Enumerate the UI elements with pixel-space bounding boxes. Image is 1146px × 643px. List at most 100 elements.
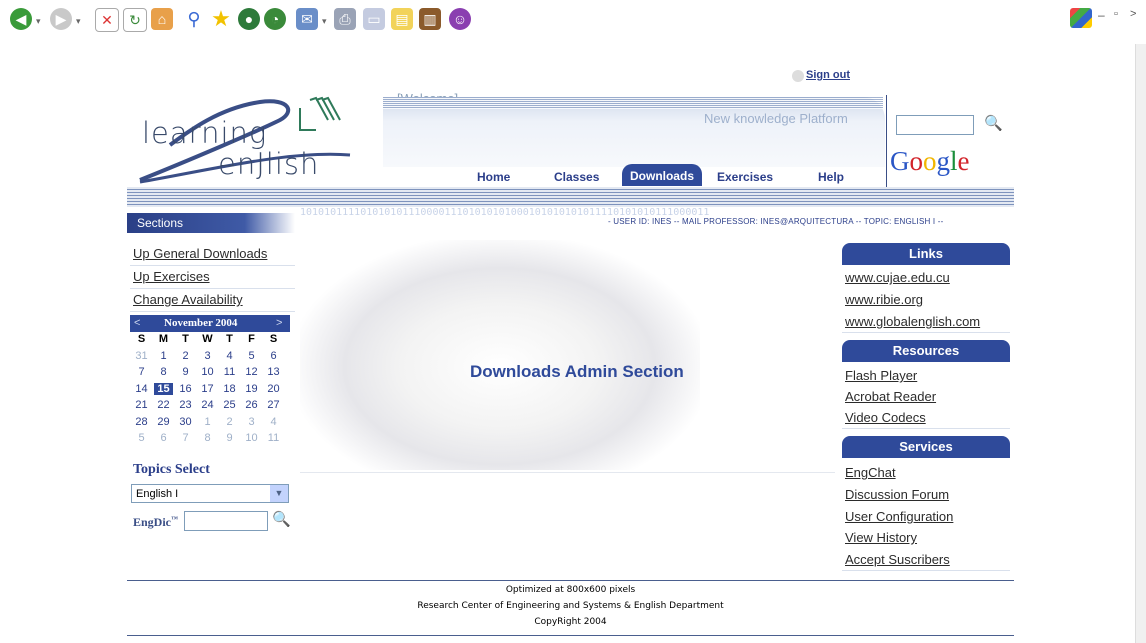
- footer-divider: [127, 635, 1014, 636]
- back-icon[interactable]: ◀: [10, 8, 32, 30]
- chevron-down-icon[interactable]: ▼: [270, 485, 288, 502]
- discuss-icon[interactable]: ▤: [391, 8, 413, 30]
- calendar-day[interactable]: 14: [132, 383, 151, 395]
- calendar-day[interactable]: 7: [176, 432, 195, 444]
- calendar-day[interactable]: 8: [198, 432, 217, 444]
- link-cujae[interactable]: www.cujae.edu.cu: [845, 270, 950, 285]
- nav-home[interactable]: Home: [477, 170, 510, 184]
- calendar-day[interactable]: 26: [242, 399, 261, 411]
- nav-classes[interactable]: Classes: [554, 170, 599, 184]
- calendar-day[interactable]: 10: [242, 432, 261, 444]
- calendar-day[interactable]: 11: [264, 432, 283, 444]
- scrollbar[interactable]: [1135, 44, 1146, 643]
- calendar-day[interactable]: 27: [264, 399, 283, 411]
- divider-bar: [127, 187, 1014, 207]
- home-icon[interactable]: ⌂: [151, 8, 173, 30]
- nav-exercises[interactable]: Exercises: [717, 170, 773, 184]
- calendar-day[interactable]: 17: [198, 383, 217, 395]
- google-search-input[interactable]: [896, 115, 974, 135]
- calendar-day[interactable]: 1: [198, 416, 217, 428]
- forward-icon[interactable]: ▶: [50, 8, 72, 30]
- calendar-day[interactable]: 28: [132, 416, 151, 428]
- calendar-day[interactable]: 8: [154, 366, 173, 378]
- favorites-icon[interactable]: ★: [210, 8, 232, 30]
- signout-link[interactable]: Sign out: [806, 69, 850, 81]
- restore-icon[interactable]: ▫: [1114, 8, 1118, 20]
- calendar-next-button[interactable]: >: [276, 317, 282, 329]
- calendar-day[interactable]: 20: [264, 383, 283, 395]
- calendar-dow: W: [202, 333, 213, 345]
- back-dropdown-icon[interactable]: ▾: [36, 16, 41, 27]
- calendar-day[interactable]: 25: [220, 399, 239, 411]
- link-ribie[interactable]: www.ribie.org: [845, 292, 923, 307]
- calendar-day[interactable]: 21: [132, 399, 151, 411]
- stop-icon[interactable]: ✕: [95, 8, 119, 32]
- calendar-day[interactable]: 4: [220, 350, 239, 362]
- calendar-day[interactable]: 5: [132, 432, 151, 444]
- calendar-day[interactable]: 5: [242, 350, 261, 362]
- calendar-day[interactable]: 24: [198, 399, 217, 411]
- link-acrobat-reader[interactable]: Acrobat Reader: [845, 389, 936, 404]
- calendar-day[interactable]: 12: [242, 366, 261, 378]
- print-icon[interactable]: ⎙: [334, 8, 356, 30]
- calendar-day[interactable]: 3: [198, 350, 217, 362]
- media-icon[interactable]: ●: [238, 8, 260, 30]
- minimize-icon[interactable]: –: [1098, 8, 1105, 22]
- messenger-icon[interactable]: ☺: [449, 8, 471, 30]
- history-icon[interactable]: ◔: [264, 8, 286, 30]
- calendar-day[interactable]: 11: [220, 366, 239, 378]
- calendar-day[interactable]: 23: [176, 399, 195, 411]
- nav-downloads[interactable]: Downloads: [622, 164, 702, 186]
- calendar-day[interactable]: 7: [132, 366, 151, 378]
- link-up-exercises[interactable]: Up Exercises: [133, 269, 210, 284]
- close-icon[interactable]: >: [1130, 8, 1136, 20]
- link-user-configuration[interactable]: User Configuration: [845, 509, 953, 524]
- mail-icon[interactable]: ✉: [296, 8, 318, 30]
- link-flash-player[interactable]: Flash Player: [845, 368, 917, 383]
- calendar-day[interactable]: 13: [264, 366, 283, 378]
- calendar-day[interactable]: 6: [154, 432, 173, 444]
- link-discussion-forum[interactable]: Discussion Forum: [845, 487, 949, 502]
- calendar-day[interactable]: 29: [154, 416, 173, 428]
- logo-text-english: enJlish: [218, 147, 320, 181]
- calendar-prev-button[interactable]: <: [134, 317, 140, 329]
- calendar-day[interactable]: 9: [176, 366, 195, 378]
- calendar-day[interactable]: 1: [154, 350, 173, 362]
- link-engchat[interactable]: EngChat: [845, 465, 896, 480]
- link-globalenglish[interactable]: www.globalenglish.com: [845, 314, 980, 329]
- calendar-day[interactable]: 15: [154, 382, 173, 395]
- topics-select[interactable]: English I: [131, 484, 289, 503]
- calendar-dow: F: [248, 333, 255, 345]
- calendar-day[interactable]: 31: [132, 350, 151, 362]
- forward-dropdown-icon[interactable]: ▾: [76, 16, 81, 27]
- calendar-day[interactable]: 22: [154, 399, 173, 411]
- calendar-day[interactable]: 2: [220, 416, 239, 428]
- nav-help[interactable]: Help: [818, 170, 844, 184]
- link-video-codecs[interactable]: Video Codecs: [845, 410, 926, 425]
- engdic-search-icon[interactable]: 🔍: [272, 510, 291, 528]
- calendar-day[interactable]: 19: [242, 383, 261, 395]
- calendar-dow: S: [269, 333, 278, 345]
- link-view-history[interactable]: View History: [845, 530, 917, 545]
- refresh-icon[interactable]: ↻: [123, 8, 147, 32]
- calendar-day[interactable]: 10: [198, 366, 217, 378]
- calendar-day[interactable]: 9: [220, 432, 239, 444]
- search-icon[interactable]: ⚲: [183, 8, 205, 30]
- link-up-general-downloads[interactable]: Up General Downloads: [133, 246, 267, 261]
- link-change-availability[interactable]: Change Availability: [133, 292, 243, 307]
- links-heading: Links: [842, 243, 1010, 265]
- calendar-day[interactable]: 3: [242, 416, 261, 428]
- calendar-day[interactable]: 18: [220, 383, 239, 395]
- calendar-day[interactable]: 16: [176, 383, 195, 395]
- calendar-day[interactable]: 2: [176, 350, 195, 362]
- mail-dropdown-icon[interactable]: ▾: [322, 16, 327, 27]
- calendar-day[interactable]: 4: [264, 416, 283, 428]
- google-search-icon[interactable]: 🔍: [984, 114, 1003, 132]
- calendar-day[interactable]: 6: [264, 350, 283, 362]
- calendar-day[interactable]: 30: [176, 416, 195, 428]
- engdic-input[interactable]: [184, 511, 268, 531]
- footer-copyright: CopyRight 2004: [534, 617, 607, 627]
- link-accept-suscribers[interactable]: Accept Suscribers: [845, 552, 950, 567]
- edit-icon[interactable]: ▭: [363, 8, 385, 30]
- research-icon[interactable]: ▥: [419, 8, 441, 30]
